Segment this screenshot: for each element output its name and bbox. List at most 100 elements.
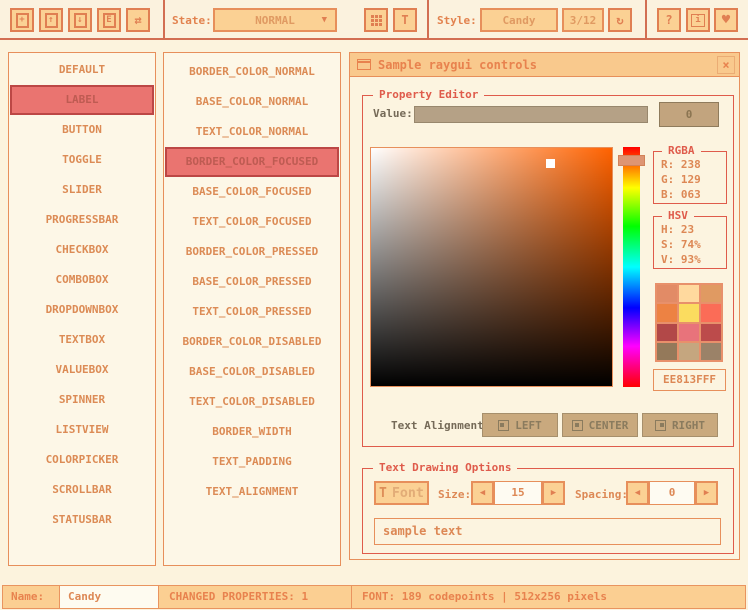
property-item-text_color_pressed[interactable]: TEXT_COLOR_PRESSED — [164, 297, 340, 327]
property-item-text_color_disabled[interactable]: TEXT_COLOR_DISABLED — [164, 387, 340, 417]
align-left-button[interactable]: LEFT — [482, 413, 558, 437]
spin-right-icon: ▶ — [704, 488, 709, 498]
color-picker-area[interactable] — [370, 147, 613, 387]
property-item-border_color_normal[interactable]: BORDER_COLOR_NORMAL — [164, 57, 340, 87]
control-item-textbox[interactable]: TEXTBOX — [9, 325, 155, 355]
reload-icon: ↻ — [616, 14, 623, 26]
control-item-default[interactable]: DEFAULT — [9, 55, 155, 85]
toolbar-divider — [645, 0, 647, 38]
spacing-increase-button[interactable]: ▶ — [695, 481, 718, 505]
palette-color[interactable] — [657, 324, 677, 341]
control-item-label[interactable]: LABEL — [10, 85, 154, 115]
palette-color[interactable] — [679, 324, 699, 341]
palette-color[interactable] — [657, 285, 677, 302]
size-increase-button[interactable]: ▶ — [542, 481, 565, 505]
control-item-colorpicker[interactable]: COLORPICKER — [9, 445, 155, 475]
control-item-listview[interactable]: LISTVIEW — [9, 415, 155, 445]
hex-color-box[interactable]: EE813FFF — [653, 369, 726, 391]
property-item-border_color_pressed[interactable]: BORDER_COLOR_PRESSED — [164, 237, 340, 267]
hue-bar[interactable] — [623, 147, 640, 387]
palette-color[interactable] — [679, 285, 699, 302]
window-title-bar[interactable]: Sample raygui controls × — [350, 53, 739, 77]
palette-color[interactable] — [657, 304, 677, 321]
text-icon: T — [401, 14, 408, 26]
control-item-slider[interactable]: SLIDER — [9, 175, 155, 205]
control-item-progressbar[interactable]: PROGRESSBAR — [9, 205, 155, 235]
property-item-border_color_disabled[interactable]: BORDER_COLOR_DISABLED — [164, 327, 340, 357]
value-box[interactable]: 0 — [659, 102, 719, 127]
spacing-value-box[interactable]: 0 — [649, 481, 695, 505]
text-drawing-options-title: Text Drawing Options — [373, 461, 517, 474]
state-dropdown-value: NORMAL — [255, 14, 295, 27]
property-item-base_color_focused[interactable]: BASE_COLOR_FOCUSED — [164, 177, 340, 207]
font-editor-button[interactable]: T — [393, 8, 417, 32]
help-button[interactable]: ? — [657, 8, 681, 32]
property-item-border_color_focused[interactable]: BORDER_COLOR_FOCUSED — [165, 147, 339, 177]
style-label: Style: — [437, 14, 477, 27]
palette-color[interactable] — [701, 324, 721, 341]
align-right-label: RIGHT — [672, 419, 705, 432]
control-item-spinner[interactable]: SPINNER — [9, 385, 155, 415]
load-style-button[interactable]: ↑ — [39, 8, 63, 32]
info-button[interactable]: i — [686, 8, 710, 32]
palette-color[interactable] — [701, 343, 721, 360]
hue-cursor[interactable] — [618, 155, 645, 166]
palette-color[interactable] — [701, 304, 721, 321]
property-item-text_color_focused[interactable]: TEXT_COLOR_FOCUSED — [164, 207, 340, 237]
color-picker-cursor[interactable] — [546, 159, 555, 168]
value-box-text: 0 — [686, 108, 693, 121]
rgba-b-value: B: 063 — [654, 187, 726, 202]
value-slider[interactable] — [414, 106, 648, 123]
control-item-statusbar[interactable]: STATUSBAR — [9, 505, 155, 535]
align-center-button[interactable]: CENTER — [562, 413, 638, 437]
hsv-s-value: S: 74% — [654, 237, 726, 252]
reload-style-button[interactable]: ↻ — [608, 8, 632, 32]
align-right-button[interactable]: RIGHT — [642, 413, 718, 437]
hex-color-value: EE813FFF — [663, 373, 716, 386]
control-item-scrollbar[interactable]: SCROLLBAR — [9, 475, 155, 505]
property-item-border_width[interactable]: BORDER_WIDTH — [164, 417, 340, 447]
size-decrease-button[interactable]: ◀ — [471, 481, 494, 505]
style-table-button[interactable] — [364, 8, 388, 32]
control-item-toggle[interactable]: TOGGLE — [9, 145, 155, 175]
control-item-valuebox[interactable]: VALUEBOX — [9, 355, 155, 385]
size-label: Size: — [438, 488, 471, 501]
property-item-base_color_normal[interactable]: BASE_COLOR_NORMAL — [164, 87, 340, 117]
style-name-button[interactable]: Candy — [480, 8, 558, 32]
palette-color[interactable] — [679, 304, 699, 321]
property-item-text_color_normal[interactable]: TEXT_COLOR_NORMAL — [164, 117, 340, 147]
new-style-button[interactable]: + — [10, 8, 34, 32]
align-right-icon — [655, 420, 666, 431]
close-icon[interactable]: × — [717, 56, 735, 74]
changed-properties-status: CHANGED PROPERTIES: 1 — [158, 585, 352, 609]
state-dropdown[interactable]: NORMAL ▼ — [213, 8, 337, 32]
spacing-decrease-button[interactable]: ◀ — [626, 481, 649, 505]
window-icon — [357, 59, 371, 70]
control-item-dropdownbox[interactable]: DROPDOWNBOX — [9, 295, 155, 325]
font-button[interactable]: T Font — [374, 481, 429, 505]
align-center-label: CENTER — [589, 419, 629, 432]
size-value-box[interactable]: 15 — [494, 481, 542, 505]
style-name-input[interactable]: Candy — [59, 585, 159, 609]
window-title: Sample raygui controls — [378, 58, 537, 72]
export-style-button[interactable]: E — [97, 8, 121, 32]
property-item-text_alignment[interactable]: TEXT_ALIGNMENT — [164, 477, 340, 507]
control-item-button[interactable]: BUTTON — [9, 115, 155, 145]
save-style-button[interactable]: ↓ — [68, 8, 92, 32]
sample-text-box[interactable]: sample text — [374, 518, 721, 545]
chevron-down-icon: ▼ — [322, 15, 327, 25]
random-style-button[interactable]: ⇄ — [126, 8, 150, 32]
control-item-checkbox[interactable]: CHECKBOX — [9, 235, 155, 265]
palette-color[interactable] — [657, 343, 677, 360]
sponsor-button[interactable]: ♥ — [714, 8, 738, 32]
palette-color[interactable] — [679, 343, 699, 360]
property-item-base_color_disabled[interactable]: BASE_COLOR_DISABLED — [164, 357, 340, 387]
palette-color[interactable] — [701, 285, 721, 302]
shuffle-icon: ⇄ — [134, 14, 141, 26]
property-item-text_padding[interactable]: TEXT_PADDING — [164, 447, 340, 477]
control-item-combobox[interactable]: COMBOBOX — [9, 265, 155, 295]
color-palette — [655, 283, 723, 362]
info-icon: i — [691, 14, 704, 27]
property-item-base_color_pressed[interactable]: BASE_COLOR_PRESSED — [164, 267, 340, 297]
hsv-title: HSV — [662, 209, 694, 222]
